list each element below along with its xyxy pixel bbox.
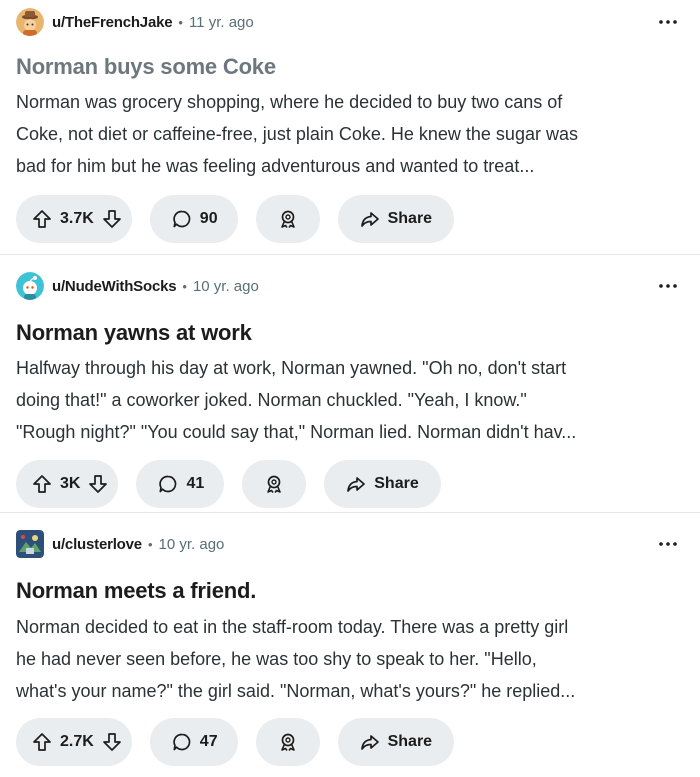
more-options-icon[interactable]: [652, 530, 684, 558]
post-body-line: Norman decided to eat in the staff-room …: [16, 617, 569, 637]
downvote-arrow-icon[interactable]: [88, 474, 108, 494]
comment-count: 47: [199, 733, 218, 750]
award-button[interactable]: [242, 460, 307, 508]
post-meta: u/TheFrenchJake • 11 yr. ago: [16, 8, 684, 36]
post-body-line: bad for him but he was feeling adventuro…: [16, 156, 535, 176]
share-arrow-icon: [346, 474, 366, 494]
comment-bubble-icon: [172, 209, 192, 229]
downvote-arrow-icon[interactable]: [102, 732, 122, 752]
share-button[interactable]: Share: [337, 718, 455, 766]
more-options-icon[interactable]: [652, 8, 684, 36]
award-icon: [278, 732, 298, 752]
post-body-line: doing that!" a coworker joked. Norman ch…: [16, 390, 527, 410]
award-icon: [264, 474, 284, 494]
post-author[interactable]: u/NudeWithSocks: [52, 278, 177, 295]
comments-button[interactable]: 47: [149, 718, 238, 766]
award-icon: [278, 209, 298, 229]
share-label: Share: [387, 733, 433, 750]
post-body[interactable]: Halfway through his day at work, Norman …: [16, 352, 686, 448]
comment-bubble-icon: [158, 474, 178, 494]
upvote-arrow-icon[interactable]: [32, 209, 52, 229]
award-button[interactable]: [255, 195, 320, 243]
award-button[interactable]: [255, 718, 320, 766]
post-meta: u/NudeWithSocks • 10 yr. ago: [16, 272, 684, 300]
vote-control: 3.7K: [16, 195, 132, 243]
comments-button[interactable]: 90: [149, 195, 238, 243]
post-feed: u/TheFrenchJake • 11 yr. ago Norman buys…: [0, 0, 700, 770]
post-author[interactable]: u/TheFrenchJake: [52, 14, 173, 31]
post-body[interactable]: Norman was grocery shopping, where he de…: [16, 86, 686, 182]
share-arrow-icon: [360, 209, 380, 229]
vote-control: 3K: [16, 460, 119, 508]
post-card[interactable]: u/NudeWithSocks • 10 yr. ago Norman yawn…: [0, 254, 700, 512]
comment-bubble-icon: [172, 732, 192, 752]
post-body-line: "Rough night?" "You could say that," Nor…: [16, 422, 577, 442]
avatar-image-icon[interactable]: [16, 530, 44, 558]
post-title[interactable]: Norman meets a friend.: [16, 577, 684, 605]
post-body[interactable]: Norman decided to eat in the staff-room …: [16, 611, 686, 707]
post-title[interactable]: Norman yawns at work: [16, 319, 684, 347]
post-actions: 2.7K 47 Share: [16, 718, 455, 766]
vote-count: 2.7K: [60, 733, 94, 750]
share-button[interactable]: Share: [337, 195, 455, 243]
post-author[interactable]: u/clusterlove: [52, 536, 142, 553]
post-actions: 3.7K 90 Share: [16, 195, 455, 243]
post-card[interactable]: u/TheFrenchJake • 11 yr. ago Norman buys…: [0, 0, 700, 254]
comment-count: 41: [186, 475, 205, 492]
post-age: 10 yr. ago: [192, 277, 259, 295]
vote-count: 3K: [60, 475, 81, 492]
post-body-line: he had never seen before, he was too shy…: [16, 649, 537, 669]
post-actions: 3K 41 Share: [16, 460, 441, 508]
post-age: 10 yr. ago: [158, 535, 225, 553]
post-body-line: what's your name?" the girl said. "Norma…: [16, 681, 576, 701]
upvote-arrow-icon[interactable]: [32, 732, 52, 752]
vote-count: 3.7K: [60, 210, 94, 227]
upvote-arrow-icon[interactable]: [32, 474, 52, 494]
post-card[interactable]: u/clusterlove • 10 yr. ago Norman meets …: [0, 512, 700, 770]
post-age: 11 yr. ago: [188, 13, 254, 31]
meta-separator: •: [182, 278, 187, 294]
share-label: Share: [387, 210, 433, 227]
comment-count: 90: [199, 210, 218, 227]
downvote-arrow-icon[interactable]: [102, 209, 122, 229]
post-body-line: Halfway through his day at work, Norman …: [16, 358, 567, 378]
share-button[interactable]: Share: [324, 460, 441, 508]
post-meta: u/clusterlove • 10 yr. ago: [16, 530, 684, 558]
snoo-avatar-icon[interactable]: [16, 272, 44, 300]
post-body-line: Coke, not diet or caffeine-free, just pl…: [16, 124, 578, 144]
comments-button[interactable]: 41: [136, 460, 225, 508]
post-title[interactable]: Norman buys some Coke: [16, 53, 684, 81]
share-arrow-icon: [360, 732, 380, 752]
snoo-avatar-icon[interactable]: [16, 8, 44, 36]
share-label: Share: [374, 475, 419, 492]
meta-separator: •: [178, 14, 183, 30]
more-options-icon[interactable]: [652, 272, 684, 300]
vote-control: 2.7K: [16, 718, 132, 766]
post-body-line: Norman was grocery shopping, where he de…: [16, 92, 563, 112]
meta-separator: •: [147, 536, 153, 552]
